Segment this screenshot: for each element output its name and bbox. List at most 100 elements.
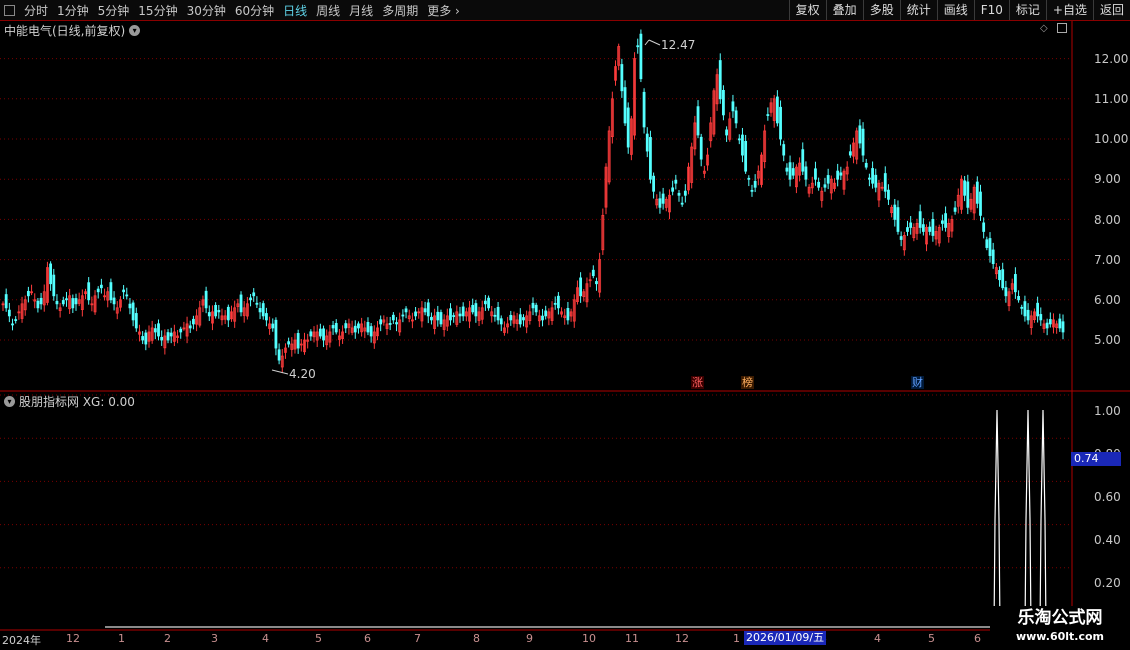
candle-body	[207, 312, 211, 317]
candle-body	[541, 315, 544, 321]
x-tick: 5	[315, 632, 322, 645]
candle-body	[125, 294, 129, 297]
window-icon[interactable]	[4, 4, 15, 16]
candle-body	[179, 328, 183, 333]
candle-body	[39, 297, 43, 305]
financial-report-tag[interactable]: 财	[911, 376, 924, 389]
candle-body	[401, 314, 405, 317]
candle-body	[252, 292, 256, 297]
candle-body	[55, 300, 59, 305]
chevron-down-icon[interactable]: ▾	[129, 25, 141, 36]
candle-body	[801, 149, 805, 172]
candle-body	[331, 325, 335, 329]
f10-button[interactable]: F10	[973, 0, 1009, 20]
candle-body	[26, 290, 30, 297]
candle-body	[858, 125, 862, 144]
leaderboard-tag[interactable]: 榜	[741, 376, 754, 389]
candle-body	[157, 323, 160, 337]
limit-up-tag[interactable]: 涨	[691, 376, 704, 389]
tab-15min[interactable]: 15分钟	[138, 2, 177, 19]
candle-body	[65, 298, 68, 301]
candle-body	[931, 218, 935, 236]
candle-body	[982, 222, 986, 232]
candle-body	[988, 238, 992, 256]
candle-body	[239, 294, 243, 313]
candle-body	[426, 302, 430, 317]
candle-body	[471, 304, 475, 313]
candle-body	[658, 198, 662, 208]
back-button[interactable]: 返回	[1092, 0, 1130, 20]
tab-daily[interactable]: 日线	[283, 2, 307, 19]
candle-body	[391, 314, 395, 321]
panel-icon[interactable]	[1057, 23, 1067, 33]
low-marker	[271, 369, 289, 375]
tab-more[interactable]: 更多 ›	[427, 2, 460, 19]
tab-30min[interactable]: 30分钟	[187, 2, 226, 19]
indicator-name: 股朋指标网 XG: 0.00	[19, 395, 135, 409]
statistics-button[interactable]: 统计	[899, 0, 937, 20]
multi-stock-button[interactable]: 多股	[862, 0, 900, 20]
tab-monthly[interactable]: 月线	[349, 2, 373, 19]
candle-body	[639, 33, 643, 80]
candle-body	[493, 314, 497, 317]
draw-line-button[interactable]: 画线	[936, 0, 974, 20]
x-tick: 4	[262, 632, 269, 645]
main-chart-title[interactable]: 中能电气(日线,前复权) ▾	[4, 22, 141, 39]
candle-body	[620, 64, 624, 92]
candle-body	[499, 318, 503, 325]
x-tick: 9	[526, 632, 533, 645]
adjust-button[interactable]: 复权	[788, 0, 826, 20]
cursor-value-badge: 0.74	[1071, 452, 1121, 466]
x-tick: 1	[733, 632, 740, 645]
candle-body	[579, 277, 583, 297]
tab-weekly[interactable]: 周线	[316, 2, 340, 19]
overlay-button[interactable]: 叠加	[825, 0, 863, 20]
y-tick: 5.00	[1094, 333, 1121, 347]
tab-1min[interactable]: 1分钟	[57, 2, 89, 19]
candle-body	[483, 300, 487, 305]
candle-body	[750, 189, 754, 192]
candle-body	[487, 297, 490, 309]
tab-multi-period[interactable]: 多周期	[382, 2, 418, 19]
candle-body	[652, 175, 655, 192]
candle-body	[452, 315, 456, 317]
add-watchlist-button[interactable]: +自选	[1045, 0, 1093, 20]
kline-chart[interactable]	[0, 0, 1130, 650]
candle-body	[1026, 309, 1030, 321]
candle-body	[848, 151, 852, 156]
mark-button[interactable]: 标记	[1008, 0, 1046, 20]
candle-body	[169, 332, 173, 337]
candle-body	[52, 274, 56, 297]
x-tick: 10	[582, 632, 596, 645]
candle-body	[109, 282, 113, 301]
candle-body	[258, 308, 262, 313]
candle-body	[334, 323, 338, 333]
candle-body	[344, 323, 348, 329]
indicator-title[interactable]: ▾ 股朋指标网 XG: 0.00	[4, 393, 135, 410]
year-label: 2024年	[2, 634, 41, 647]
tab-60min[interactable]: 60分钟	[235, 2, 274, 19]
candle-body	[96, 288, 100, 293]
chevron-down-icon[interactable]: ▾	[4, 396, 15, 407]
candle-body	[909, 222, 913, 228]
candle-body	[287, 341, 291, 345]
tab-fenshi[interactable]: 分时	[24, 2, 48, 19]
tab-5min[interactable]: 5分钟	[98, 2, 130, 19]
candle-body	[645, 133, 649, 152]
y-tick: 11.00	[1094, 92, 1129, 106]
candle-body	[591, 269, 595, 277]
candle-body	[636, 45, 640, 48]
candle-body	[261, 303, 265, 317]
candle-body	[61, 300, 65, 305]
candle-body	[998, 270, 1001, 281]
candle-body	[861, 128, 865, 156]
candle-body	[921, 224, 925, 232]
candle-body	[166, 332, 170, 341]
candle-body	[461, 306, 465, 317]
candle-body	[979, 191, 982, 216]
candle-body	[991, 249, 995, 265]
x-tick: 4	[874, 632, 881, 645]
stock-title: 中能电气(日线,前复权)	[4, 24, 126, 38]
diamond-icon[interactable]: ◇	[1040, 23, 1048, 34]
candle-body	[1020, 306, 1024, 309]
